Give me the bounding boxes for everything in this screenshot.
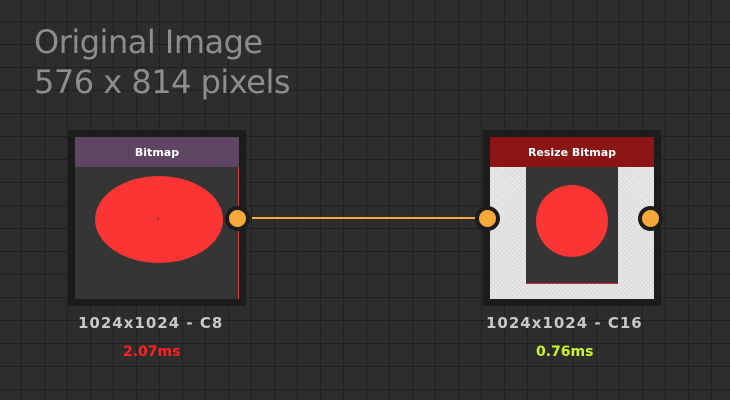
canvas-subtitle: 576 x 814 pixels bbox=[34, 63, 291, 101]
bitmap-node[interactable]: Bitmap bbox=[68, 130, 246, 306]
bitmap-node-info: 1024x1024 - C8 bbox=[78, 314, 224, 332]
bitmap-node-preview bbox=[75, 167, 239, 299]
center-dot bbox=[157, 218, 159, 220]
resize-input-port[interactable] bbox=[475, 206, 500, 231]
resize-bitmap-node-timing: 0.76ms bbox=[536, 344, 594, 360]
resize-bitmap-node[interactable]: Resize Bitmap bbox=[483, 130, 661, 306]
canvas-title: Original Image bbox=[34, 23, 263, 61]
resize-bitmap-node-info: 1024x1024 - C16 bbox=[486, 314, 643, 332]
resize-output-port[interactable] bbox=[638, 206, 663, 231]
bitmap-output-port[interactable] bbox=[225, 206, 250, 231]
resized-image bbox=[526, 167, 618, 284]
node-connection[interactable] bbox=[252, 217, 476, 219]
canvas-info: Original Image 576 x 814 pixels bbox=[34, 22, 291, 102]
bitmap-node-header[interactable]: Bitmap bbox=[75, 137, 239, 167]
bitmap-node-timing: 2.07ms bbox=[123, 344, 181, 360]
resize-bitmap-node-preview bbox=[490, 167, 654, 299]
circle-shape bbox=[536, 185, 608, 257]
ellipse-shape bbox=[95, 176, 223, 263]
resize-bitmap-node-header[interactable]: Resize Bitmap bbox=[490, 137, 654, 167]
